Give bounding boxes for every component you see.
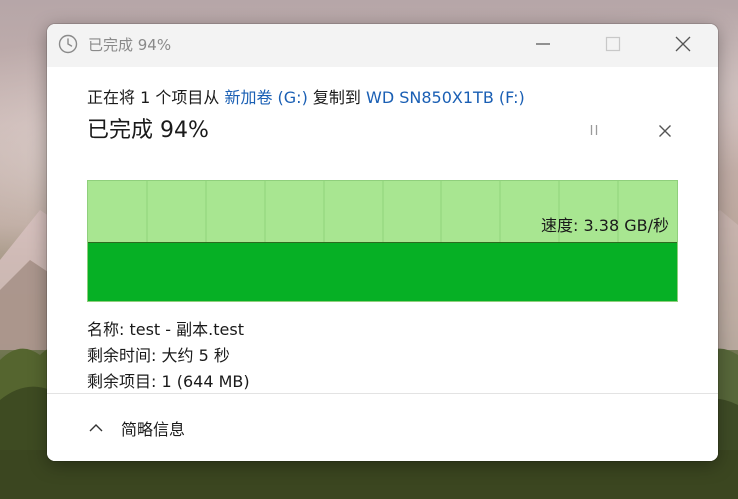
window-title: 已完成 94%	[88, 36, 172, 54]
copy-description: 正在将 1 个项目从 新加卷 (G:) 复制到 WD SN850X1TB (F:…	[87, 87, 525, 109]
cancel-icon	[658, 123, 672, 142]
chevron-up-icon	[87, 419, 105, 437]
title-bar[interactable]: 已完成 94%	[47, 24, 718, 67]
time-remaining: 剩余时间: 大约 5 秒	[87, 346, 230, 365]
cancel-button[interactable]	[652, 119, 678, 145]
maximize-button[interactable]	[578, 24, 648, 67]
pause-icon	[587, 122, 601, 141]
dialog-content: 正在将 1 个项目从 新加卷 (G:) 复制到 WD SN850X1TB (F:…	[47, 67, 718, 393]
fewer-details-toggle[interactable]: 简略信息	[87, 414, 185, 442]
maximize-icon	[605, 36, 621, 56]
file-name: 名称: test - 副本.test	[87, 320, 244, 339]
minimize-button[interactable]	[508, 24, 578, 67]
transfer-speed-graph: 速度: 3.38 GB/秒	[87, 180, 678, 302]
speed-label: 速度: 3.38 GB/秒	[541, 216, 669, 235]
file-copy-dialog: 已完成 94% 正在将 1 个项目从 新加卷 (G:) 复制到 WD SN850…	[47, 24, 718, 461]
items-remaining: 剩余项目: 1 (644 MB)	[87, 372, 250, 391]
close-button[interactable]	[648, 24, 718, 67]
clock-icon	[58, 34, 78, 54]
fewer-details-label: 简略信息	[121, 420, 186, 439]
source-link[interactable]: 新加卷 (G:)	[224, 88, 307, 107]
minimize-icon	[535, 36, 551, 56]
dialog-footer: 简略信息	[47, 393, 718, 461]
pause-button[interactable]	[582, 119, 606, 143]
transferred-fill	[88, 242, 677, 301]
destination-link[interactable]: WD SN850X1TB (F:)	[366, 88, 525, 107]
transfer-details: 名称: test - 副本.test 剩余时间: 大约 5 秒 剩余项目: 1 …	[87, 317, 250, 395]
close-icon	[674, 35, 692, 57]
progress-heading: 已完成 94%	[87, 118, 209, 143]
copy-prefix: 正在将 1 个项目从	[87, 88, 225, 107]
copy-middle: 复制到	[307, 88, 367, 107]
